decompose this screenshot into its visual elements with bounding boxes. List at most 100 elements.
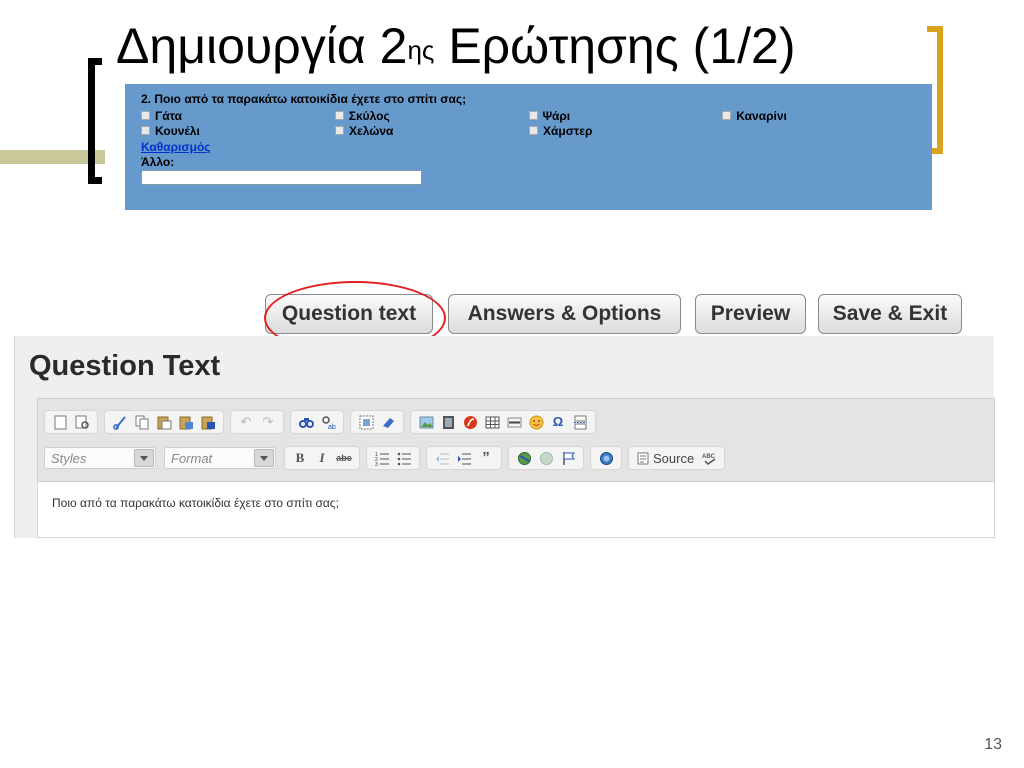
option-hamster[interactable]: Χάμστερ (529, 124, 723, 138)
special-char-icon[interactable]: Ω (550, 414, 566, 430)
indent-icon[interactable] (456, 450, 472, 466)
strike-icon[interactable]: abc (336, 450, 352, 466)
left-bracket-decoration (88, 58, 102, 184)
blockquote-icon[interactable]: ” (478, 450, 494, 466)
svg-text:ab: ab (328, 424, 336, 430)
tab-preview[interactable]: Preview (695, 294, 806, 334)
maximize-icon[interactable] (598, 450, 614, 466)
horizontal-rule-icon[interactable] (506, 414, 522, 430)
survey-question-text: 2. Ποιο από τα παρακάτω κατοικίδια έχετε… (141, 92, 467, 106)
list-group: 123 (366, 446, 420, 470)
indent-group: ” (426, 446, 502, 470)
tab-answers-options[interactable]: Answers & Options (448, 294, 681, 334)
other-text-input[interactable] (141, 170, 422, 185)
bulleted-list-icon[interactable] (396, 450, 412, 466)
title-rest: Ερώτησης (1/2) (434, 18, 796, 74)
spellcheck-icon[interactable]: ABC (701, 450, 717, 466)
tab-question-text[interactable]: Question text (265, 294, 433, 334)
question-text-panel: Question Text ↶ ↷ ab Ω Styles Format B I… (14, 336, 995, 538)
tab-save-exit[interactable]: Save & Exit (818, 294, 962, 334)
source-button-label: Source (653, 450, 695, 466)
link-icon[interactable] (516, 450, 532, 466)
document-group (44, 410, 98, 434)
checkbox[interactable] (141, 126, 150, 135)
checkbox[interactable] (141, 111, 150, 120)
unlink-icon[interactable] (538, 450, 554, 466)
option-label: Ψάρι (542, 108, 571, 123)
editor-content[interactable]: Ποιο από τα παρακάτω κατοικίδια έχετε στ… (52, 496, 339, 510)
replace-icon[interactable]: ab (320, 414, 336, 430)
remove-format-icon[interactable] (380, 414, 396, 430)
styles-combo-label: Styles (51, 450, 87, 466)
title-superscript: ης (407, 35, 435, 65)
option-label: Γάτα (155, 108, 182, 123)
option-label: Καναρίνι (736, 108, 787, 123)
insert-group: Ω (410, 410, 596, 434)
bold-icon[interactable]: B (292, 450, 308, 466)
page-break-icon[interactable] (572, 414, 588, 430)
editor-toolbar: ↶ ↷ ab Ω Styles Format B I abc 1 2 3 ” S… (37, 398, 995, 482)
cut-icon[interactable] (112, 414, 128, 430)
styles-combo[interactable]: Styles (44, 447, 156, 469)
undo-icon[interactable]: ↶ (238, 414, 254, 430)
format-combo-label: Format (171, 450, 213, 466)
checkbox[interactable] (722, 111, 732, 120)
toolbar-row-1: ↶ ↷ ab Ω (44, 409, 602, 435)
slide-page-number: 13 (984, 736, 1002, 753)
paste-text-icon[interactable] (178, 414, 194, 430)
chevron-down-icon[interactable] (254, 449, 274, 467)
table-icon[interactable] (484, 414, 500, 430)
selection-group (350, 410, 404, 434)
toolbar-row-2: Styles Format B I abc 123 ” Source ABC (44, 445, 731, 471)
option-turtle[interactable]: Χελώνα (335, 124, 529, 138)
flash-icon[interactable] (440, 414, 456, 430)
checkbox[interactable] (335, 126, 344, 135)
option-rabbit[interactable]: Κουνέλι (141, 124, 335, 138)
title-main: Δημιουργία 2 (116, 18, 408, 74)
preview-icon[interactable] (74, 414, 90, 430)
smiley-icon[interactable] (528, 414, 544, 430)
table-icon-flash[interactable] (462, 414, 478, 430)
svg-text:3: 3 (375, 462, 378, 466)
panel-heading: Question Text (29, 350, 221, 382)
options-row-2: Κουνέλι Χελώνα Χάμστερ (141, 123, 916, 138)
history-group: ↶ ↷ (230, 410, 284, 434)
option-dog[interactable]: Σκύλος (334, 108, 529, 123)
select-all-icon[interactable] (358, 414, 374, 430)
redo-icon[interactable]: ↷ (260, 414, 276, 430)
option-label: Χελώνα (349, 123, 394, 138)
slide-title: Δημιουργία 2ης Ερώτησης (1/2) (116, 16, 795, 76)
anchor-icon[interactable] (560, 450, 576, 466)
option-cat[interactable]: Γάτα (141, 109, 335, 123)
outdent-icon[interactable] (434, 450, 450, 466)
other-label: Άλλο: (141, 155, 175, 169)
numbered-list-icon[interactable]: 123 (374, 450, 390, 466)
source-button[interactable]: Source (633, 451, 698, 466)
rich-text-editor-area[interactable]: Ποιο από τα παρακάτω κατοικίδια έχετε στ… (37, 482, 995, 538)
clear-selection-link[interactable]: Καθαρισμός (141, 140, 916, 155)
checkbox[interactable] (529, 126, 538, 135)
new-page-icon[interactable] (52, 414, 68, 430)
option-label: Χάμστερ (543, 123, 593, 138)
source-icon (637, 452, 649, 464)
checkbox[interactable] (334, 111, 344, 120)
options-row-1: Γάτα Σκύλος Ψάρι Καναρίνι (141, 108, 916, 123)
find-icon[interactable] (298, 414, 314, 430)
text-style-group: B I abc (284, 446, 360, 470)
option-label: Σκύλος (348, 108, 390, 123)
image-icon[interactable] (418, 414, 434, 430)
format-combo[interactable]: Format (164, 447, 276, 469)
maximize-group (590, 446, 622, 470)
clipboard-group (104, 410, 224, 434)
copy-icon[interactable] (134, 414, 150, 430)
find-group: ab (290, 410, 344, 434)
checkbox[interactable] (528, 111, 538, 120)
italic-icon[interactable]: I (314, 450, 330, 466)
paste-word-icon[interactable] (200, 414, 216, 430)
option-label: Κουνέλι (155, 123, 200, 138)
paste-icon[interactable] (156, 414, 172, 430)
option-fish[interactable]: Ψάρι (528, 108, 723, 123)
chevron-down-icon[interactable] (134, 449, 154, 467)
survey-question-preview: 2. Ποιο από τα παρακάτω κατοικίδια έχετε… (125, 84, 932, 210)
option-canary[interactable]: Καναρίνι (722, 109, 916, 123)
